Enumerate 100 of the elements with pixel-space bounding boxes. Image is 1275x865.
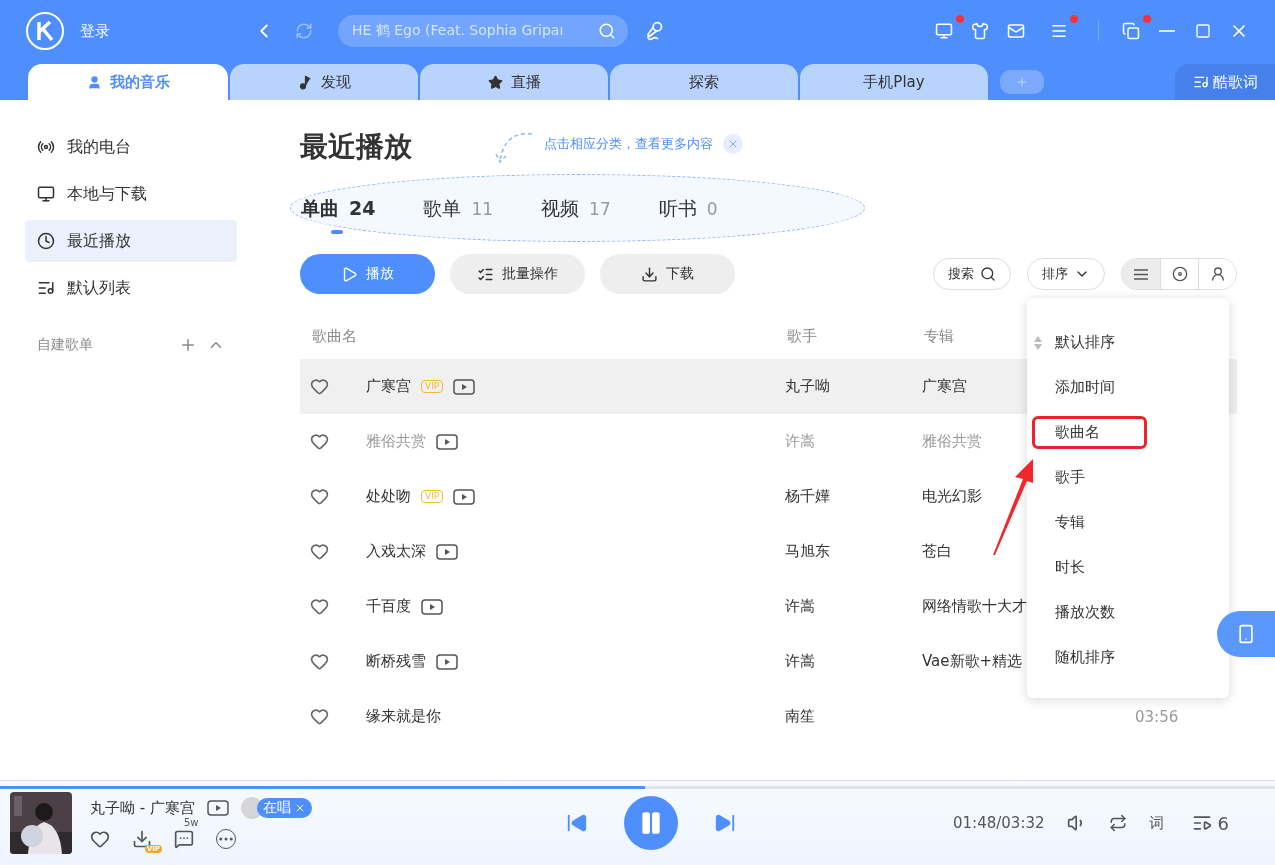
heart-icon[interactable] — [310, 597, 329, 616]
artist-cell: 许嵩 — [785, 432, 815, 450]
search-icon — [598, 22, 616, 40]
category-tab[interactable]: 视频 17 — [541, 196, 611, 234]
windows-icon — [1122, 22, 1140, 40]
monitor-icon — [935, 22, 953, 40]
sidebar-item[interactable]: 默认列表 — [25, 267, 237, 309]
notification-dot — [956, 15, 964, 23]
radio-icon — [37, 138, 55, 156]
play-icon — [341, 265, 358, 283]
notification-dot — [1143, 15, 1151, 23]
view-toggle[interactable] — [1198, 259, 1236, 289]
search-button[interactable]: 搜索 — [933, 258, 1011, 290]
comment-count: 5w — [184, 817, 199, 828]
sort-button[interactable]: 排序 — [1027, 258, 1105, 290]
page-title: 最近播放 — [300, 129, 412, 165]
artist-cell: 丸子呦 — [785, 377, 830, 395]
phone-icon — [1236, 624, 1256, 644]
column-header: 专辑 — [924, 327, 954, 346]
microphone-icon — [644, 21, 664, 41]
add-icon[interactable] — [179, 336, 197, 354]
batch-button[interactable]: 批量操作 — [450, 254, 585, 294]
queue-button[interactable]: 6 — [1185, 811, 1235, 835]
category-tab[interactable]: 单曲 24 — [301, 196, 376, 234]
close-hint-button[interactable] — [723, 134, 743, 154]
time-text: 01:48/03:32 — [953, 814, 1045, 832]
phone-button[interactable] — [1217, 611, 1275, 657]
music-list-icon — [37, 279, 55, 297]
heart-icon[interactable] — [310, 707, 329, 726]
song-title[interactable]: 广寒宫 — [366, 377, 411, 396]
annotated-menu-item[interactable]: 歌曲名 — [1035, 419, 1144, 446]
pause-button[interactable] — [624, 796, 678, 850]
person-icon — [1209, 266, 1226, 282]
song-title[interactable]: 入戏太深 — [366, 542, 426, 561]
search-icon — [980, 266, 996, 282]
column-header: 歌手 — [787, 327, 817, 346]
disc-icon — [1171, 266, 1188, 282]
repeat-icon[interactable] — [1108, 814, 1127, 832]
category-tab[interactable]: 歌单 11 — [423, 196, 494, 234]
category-tab[interactable]: 听书 0 — [658, 196, 718, 234]
song-title[interactable]: 缘来就是你 — [366, 707, 441, 726]
menu-item[interactable]: 时长 — [1055, 554, 1085, 581]
song-title[interactable]: 千百度 — [366, 597, 411, 616]
minimize-icon — [1159, 30, 1175, 32]
sidebar-item[interactable]: 本地与下载 — [25, 173, 237, 215]
heart-icon[interactable] — [310, 542, 329, 561]
music-list-icon — [1192, 74, 1209, 90]
lyrics-button[interactable]: 酷歌词 — [1175, 64, 1275, 100]
video-icon — [206, 800, 229, 816]
album-cell: 电光幻影 — [922, 487, 982, 505]
album-cell: 雅俗共赏 — [922, 432, 982, 450]
notification-dot — [1070, 15, 1078, 23]
album-cell: Vae新歌+精选 — [922, 652, 1023, 670]
artist-cell: 南笙 — [785, 707, 815, 725]
menu-item[interactable]: 播放次数 — [1055, 599, 1115, 626]
menu-item[interactable]: 默认排序 — [1055, 329, 1115, 356]
download-button[interactable]: 下载 — [600, 254, 735, 294]
download-icon — [641, 265, 658, 283]
menu-item[interactable]: 添加时间 — [1055, 374, 1115, 401]
close-icon — [727, 138, 739, 150]
tab[interactable]: 手机Play — [800, 64, 988, 100]
star-icon — [487, 74, 503, 90]
sort-arrows-icon — [1033, 334, 1043, 351]
previous-icon — [566, 812, 588, 834]
next-icon — [714, 812, 736, 834]
comment-icon[interactable] — [174, 829, 194, 849]
view-toggle[interactable] — [1122, 259, 1160, 289]
queue-icon — [1191, 813, 1212, 833]
menu-icon — [1050, 22, 1068, 40]
heart-icon[interactable] — [310, 652, 329, 671]
logo-icon[interactable] — [26, 12, 64, 50]
song-title[interactable]: 处处吻 — [366, 487, 411, 506]
menu-item[interactable]: 随机排序 — [1055, 644, 1115, 671]
tab[interactable]: 发现 — [230, 64, 418, 100]
song-title[interactable]: 断桥残雪 — [366, 652, 426, 671]
tab[interactable]: 直播 — [420, 64, 608, 100]
artist-cell: 许嵩 — [785, 652, 815, 670]
mail-icon — [1007, 22, 1025, 40]
sidebar-item[interactable]: 最近播放 — [25, 220, 237, 262]
lyric-toggle[interactable]: 词 — [1148, 813, 1164, 833]
shirt-icon — [971, 22, 989, 40]
clock-icon — [37, 232, 55, 250]
tab[interactable]: 探索 — [610, 64, 798, 100]
menu-item[interactable]: 歌手 — [1055, 464, 1085, 491]
sidebar-item[interactable]: 我的电台 — [25, 126, 237, 168]
album-cell: 苍白 — [922, 542, 952, 560]
plus-icon — [1015, 75, 1029, 89]
heart-icon[interactable] — [310, 487, 329, 506]
menu-item[interactable]: 专辑 — [1055, 509, 1085, 536]
album-cell: 广寒宫 — [922, 377, 967, 395]
user-icon — [86, 74, 102, 90]
artist-cell: 马旭东 — [785, 542, 830, 560]
vip-badge: VIP — [421, 490, 444, 503]
vip-badge: VIP — [421, 380, 444, 393]
album-cell: 网络情歌十大才 — [922, 597, 1027, 615]
heart-icon[interactable] — [310, 377, 329, 396]
hint-text: 点击相应分类，查看更多内容 — [544, 135, 713, 153]
artist-cell: 杨千嬅 — [785, 487, 830, 505]
heart-icon[interactable] — [90, 829, 110, 849]
section-label: 自建歌单 — [37, 336, 94, 354]
